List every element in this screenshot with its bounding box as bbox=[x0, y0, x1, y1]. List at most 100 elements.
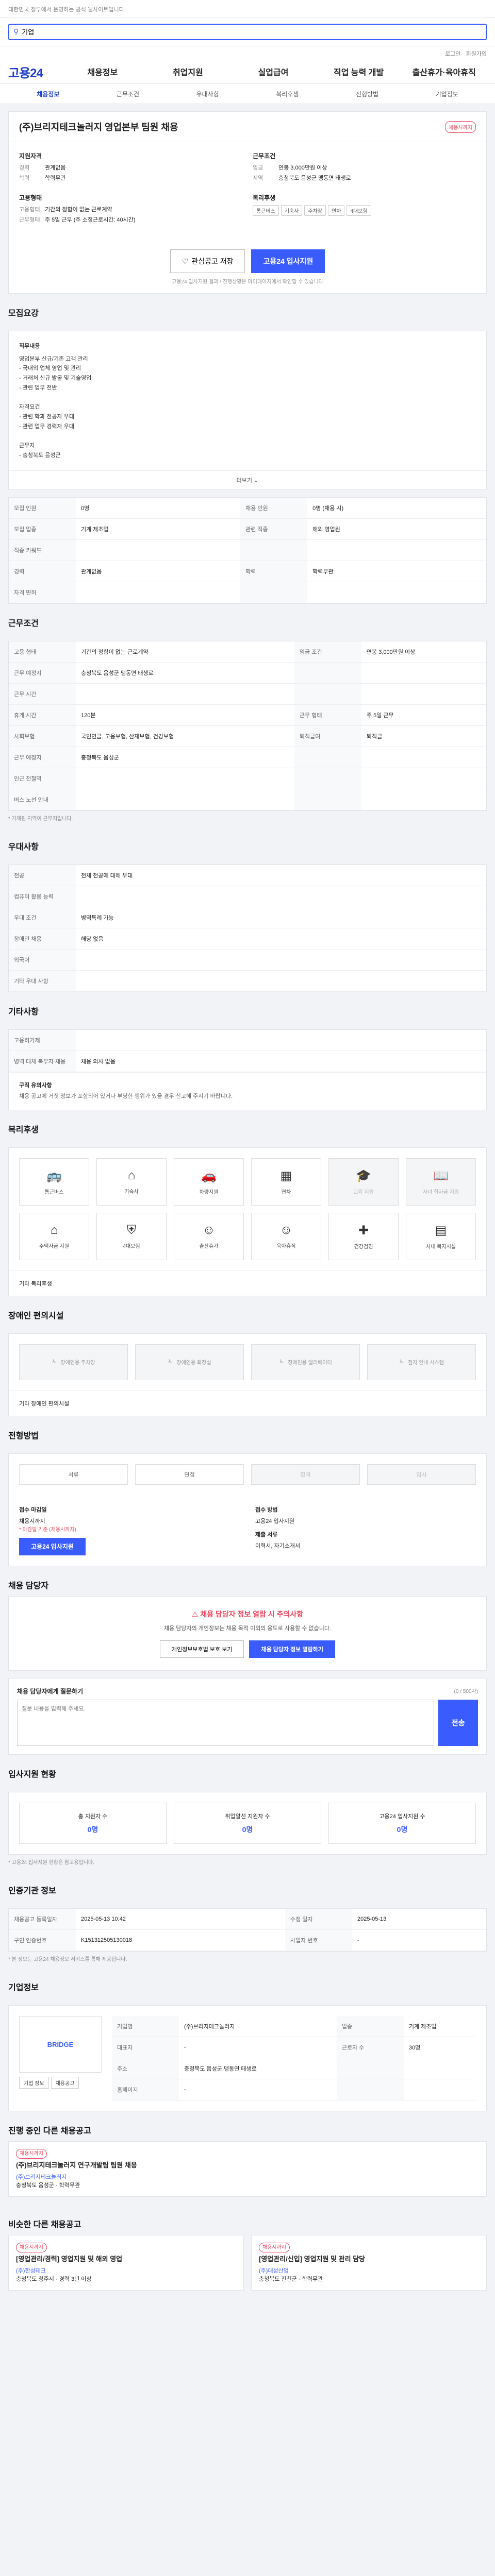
job-card-title[interactable]: [영업관리/경력] 영업지원 및 해외 영업 bbox=[16, 2253, 236, 2263]
info-card: 채용공고 등록일자 2025-05-13 10:42 수정 일자 2025-05-13… bbox=[8, 1908, 487, 1952]
search-input[interactable] bbox=[22, 28, 486, 36]
more-button[interactable]: 더보기 ⌄ bbox=[9, 470, 486, 489]
gnb-item-support[interactable]: 취업지원 bbox=[145, 65, 231, 78]
status-note: * 고용24 입사지원 현황은 참고용입니다. bbox=[8, 1860, 94, 1866]
job-card-meta: 충청북도 음성군 · 학력무관 bbox=[16, 2182, 80, 2189]
recruit-key: 모집 업종 bbox=[9, 518, 76, 540]
welfare-chip: 통근버스 bbox=[253, 205, 279, 216]
welfare-item-label: 4대보험 bbox=[123, 1244, 140, 1250]
gnb-item-jobs[interactable]: 채용정보 bbox=[60, 65, 145, 78]
qa-submit-button[interactable]: 전송 bbox=[438, 1700, 478, 1747]
search-box[interactable]: ⚲ bbox=[8, 23, 487, 40]
recruit-row: 모집 업종 기계 제조업 관련 직종 해외 영업원 bbox=[9, 518, 486, 540]
recruit-value bbox=[307, 582, 486, 604]
caution-text: 채용 공고에 거짓 정보가 포함되어 있거나 부당한 행위가 있을 경우 신고해… bbox=[19, 1093, 233, 1100]
recruit-value: 0명 bbox=[76, 498, 241, 519]
other-value bbox=[76, 1030, 486, 1052]
view-manager-button[interactable]: 채용 담당자 정보 열람하기 bbox=[249, 1640, 335, 1658]
summary-career: 경력 관계없음 bbox=[19, 163, 242, 172]
recruit-line: - 충청북도 음성군 bbox=[19, 452, 61, 459]
disabled-grid: ♿ 장애인용 주차장 ♿ 장애인용 화장실 ♿ 장애인용 엘리베이터 ♿ 점자 안내 시스템 bbox=[9, 1334, 486, 1391]
signup-link[interactable]: 회원가입 bbox=[466, 49, 487, 58]
edu-value: 학력무관 bbox=[45, 175, 66, 181]
section-title-related: 진행 중인 다른 채용공고 bbox=[8, 2127, 91, 2136]
welfare-item-label: 자녀 학자금 지원 bbox=[423, 1189, 459, 1195]
scrap-button[interactable]: ♡ 관심공고 저장 bbox=[170, 249, 245, 273]
gnb-item-training[interactable]: 직업 능력 개발 bbox=[316, 65, 402, 78]
gnb-item-unemployment[interactable]: 실업급여 bbox=[230, 65, 316, 78]
welfare-item-label: 출산휴가 bbox=[199, 1244, 219, 1250]
condition-row: 버스 노선 안내 bbox=[9, 789, 486, 811]
more-label: 더보기 bbox=[236, 478, 253, 484]
warning-icon: ⚠ bbox=[191, 1609, 199, 1618]
lnb-item-welfare[interactable]: 복리후생 bbox=[248, 90, 327, 98]
condition-note: * 기재된 지역이 근무지입니다. bbox=[8, 816, 73, 822]
qa-card: 채용 담당자에게 질문하기 (0 / 500자) 전송 bbox=[8, 1678, 487, 1755]
summary-salary: 임금 연봉 3,000만원 이상 bbox=[253, 163, 476, 172]
company-jobs-button[interactable]: 채용공고 bbox=[51, 2077, 79, 2089]
company-left: BRIDGE 기업 정보 채용공고 bbox=[19, 2016, 102, 2100]
similar-list: 채용시까지 [영업관리/경력] 영업지원 및 해외 영업 (주)한성테크 충청북도 청… bbox=[8, 2235, 487, 2299]
similar-job-card[interactable]: 채용시까지 [영업관리/경력] 영업지원 및 해외 영업 (주)한성테크 충청북도 청… bbox=[8, 2235, 244, 2291]
book-icon: 📖 bbox=[433, 1168, 449, 1183]
lnb-item-condition[interactable]: 근무조건 bbox=[88, 90, 168, 98]
summary-region: 지역 충청북도 음성군 맹동면 태생로 bbox=[253, 174, 476, 182]
privacy-button[interactable]: 개인정보보호법 보호 보기 bbox=[160, 1640, 244, 1658]
condition-value: 주 5일 근무 bbox=[361, 704, 486, 726]
job-card-title[interactable]: [영업관리/신입] 영업지원 및 관리 담당 bbox=[259, 2253, 479, 2263]
condition-value bbox=[361, 747, 486, 769]
lnb-item-preference[interactable]: 우대사항 bbox=[168, 90, 248, 98]
condition-key bbox=[294, 768, 361, 790]
summary-education: 학력 학력무관 bbox=[19, 174, 242, 182]
summary-emp-type: 고용형태 고용형태 기간의 정함이 없는 근로계약 근무형태 주 5일 근무 (주 … bbox=[19, 193, 242, 224]
condition-value bbox=[361, 683, 486, 705]
condition-key: 근무 예정지 bbox=[9, 747, 76, 769]
summary-welfare: 복리후생 통근버스 기숙사 주차장 연차 4대보험 bbox=[253, 193, 476, 216]
logo[interactable]: 고용24 bbox=[8, 63, 60, 81]
welfare-chip: 기숙사 bbox=[280, 205, 303, 216]
scrap-label: 관심공고 저장 bbox=[191, 257, 234, 265]
info-table: 채용공고 등록일자 2025-05-13 10:42 수정 일자 2025-05-13… bbox=[9, 1909, 486, 1952]
company-body: BRIDGE 기업 정보 채용공고 기업명 (주)브리지테크놀러지 업종 기계 제조업… bbox=[9, 2006, 486, 2111]
summary-condition: 근무조건 임금 연봉 3,000만원 이상 지역 충청북도 음성군 맹동면 태생로 bbox=[253, 151, 476, 182]
disabled-item-label: 장애인용 주차장 bbox=[60, 1360, 95, 1366]
lnb-item-recruit[interactable]: 채용정보 bbox=[8, 90, 88, 98]
company-value: 30명 bbox=[403, 2037, 476, 2059]
lnb-item-process[interactable]: 전형방법 bbox=[327, 90, 407, 98]
job-card-title[interactable]: (주)브리지테크놀러지 연구개발팀 팀원 채용 bbox=[16, 2160, 479, 2170]
company-info-button[interactable]: 기업 정보 bbox=[19, 2077, 49, 2089]
recruit-key: 직종 키워드 bbox=[9, 539, 76, 562]
company-card: BRIDGE 기업 정보 채용공고 기업명 (주)브리지테크놀러지 업종 기계 제조업… bbox=[8, 2005, 487, 2112]
qa-label: 채용 담당자에게 질문하기 bbox=[17, 1688, 84, 1696]
shield-icon: ⛨ bbox=[127, 1223, 136, 1238]
recruit-key bbox=[240, 539, 308, 562]
info-row: 구인 인증번호 K151312505130018 사업자 번호 - bbox=[9, 1929, 486, 1952]
deadline-badge: 채용시까지 bbox=[16, 2243, 47, 2253]
related-job-card[interactable]: 채용시까지 (주)브리지테크놀러지 연구개발팀 팀원 채용 (주)브리지테크놀러지 충… bbox=[8, 2141, 487, 2197]
region-value: 충청북도 음성군 맹동면 태생로 bbox=[278, 175, 351, 181]
welfare-item-label: 통근버스 bbox=[44, 1189, 64, 1195]
recruit-line: - 국내외 업체 영업 및 관리 bbox=[19, 365, 81, 372]
preference-table: 전공 전체 전공에 대해 우대 컴퓨터 활용 능력 우대 조건 병역특례 가능 장애인 채… bbox=[9, 865, 486, 992]
recruit-value bbox=[307, 539, 486, 562]
process-apply-button[interactable]: 고용24 입사지원 bbox=[19, 1537, 86, 1555]
condition-key bbox=[294, 683, 361, 705]
disabled-item: ♿ 장애인용 화장실 bbox=[135, 1344, 244, 1380]
gnb-item-leave[interactable]: 출산휴가·육아휴직 bbox=[401, 65, 487, 78]
disabled-item-label: 장애인용 엘리베이터 bbox=[288, 1360, 332, 1366]
condition-value: 국민연금, 고용보험, 산재보험, 건강보험 bbox=[76, 725, 294, 748]
similar-job-card[interactable]: 채용시까지 [영업관리/신입] 영업지원 및 관리 담당 (주)대성산업 충청북도 진… bbox=[251, 2235, 487, 2291]
apply-notice: 고용24 입사지원 결과 / 진행상황은 마이페이지에서 확인할 수 있습니다 bbox=[172, 279, 323, 285]
login-link[interactable]: 로그인 bbox=[445, 49, 460, 58]
other-key: 병역 대체 복무자 채용 bbox=[9, 1050, 76, 1073]
recruit-row: 직종 키워드 bbox=[9, 539, 486, 562]
apply-button[interactable]: 고용24 입사지원 bbox=[251, 249, 325, 273]
qa-textarea[interactable] bbox=[17, 1700, 435, 1747]
cap-icon: 🎓 bbox=[356, 1168, 371, 1183]
lnb-item-company[interactable]: 기업정보 bbox=[407, 90, 487, 98]
preference-value: 전체 전공에 대해 우대 bbox=[76, 865, 486, 887]
condition-table: 고용 형태 기간의 정함이 없는 근로계약 임금 조건 연봉 3,000만원 이상 근무… bbox=[9, 641, 486, 811]
other-value: 채용 의사 없음 bbox=[76, 1050, 486, 1073]
home-icon: ⌂ bbox=[127, 1168, 136, 1183]
preference-value bbox=[76, 970, 486, 992]
